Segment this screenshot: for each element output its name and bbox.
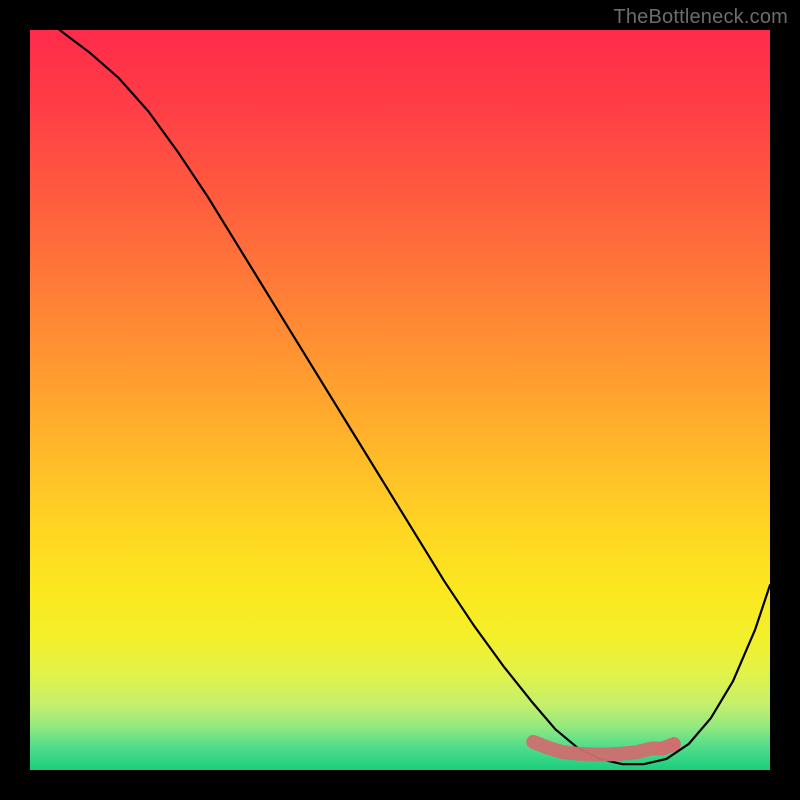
bottom-scatter-dot — [667, 737, 681, 751]
bottom-scatter-stroke — [533, 742, 674, 755]
chart-svg — [30, 30, 770, 770]
chart-stage: TheBottleneck.com — [0, 0, 800, 800]
plot-area — [30, 30, 770, 770]
curve-line — [60, 30, 770, 764]
attribution-label: TheBottleneck.com — [613, 6, 788, 29]
